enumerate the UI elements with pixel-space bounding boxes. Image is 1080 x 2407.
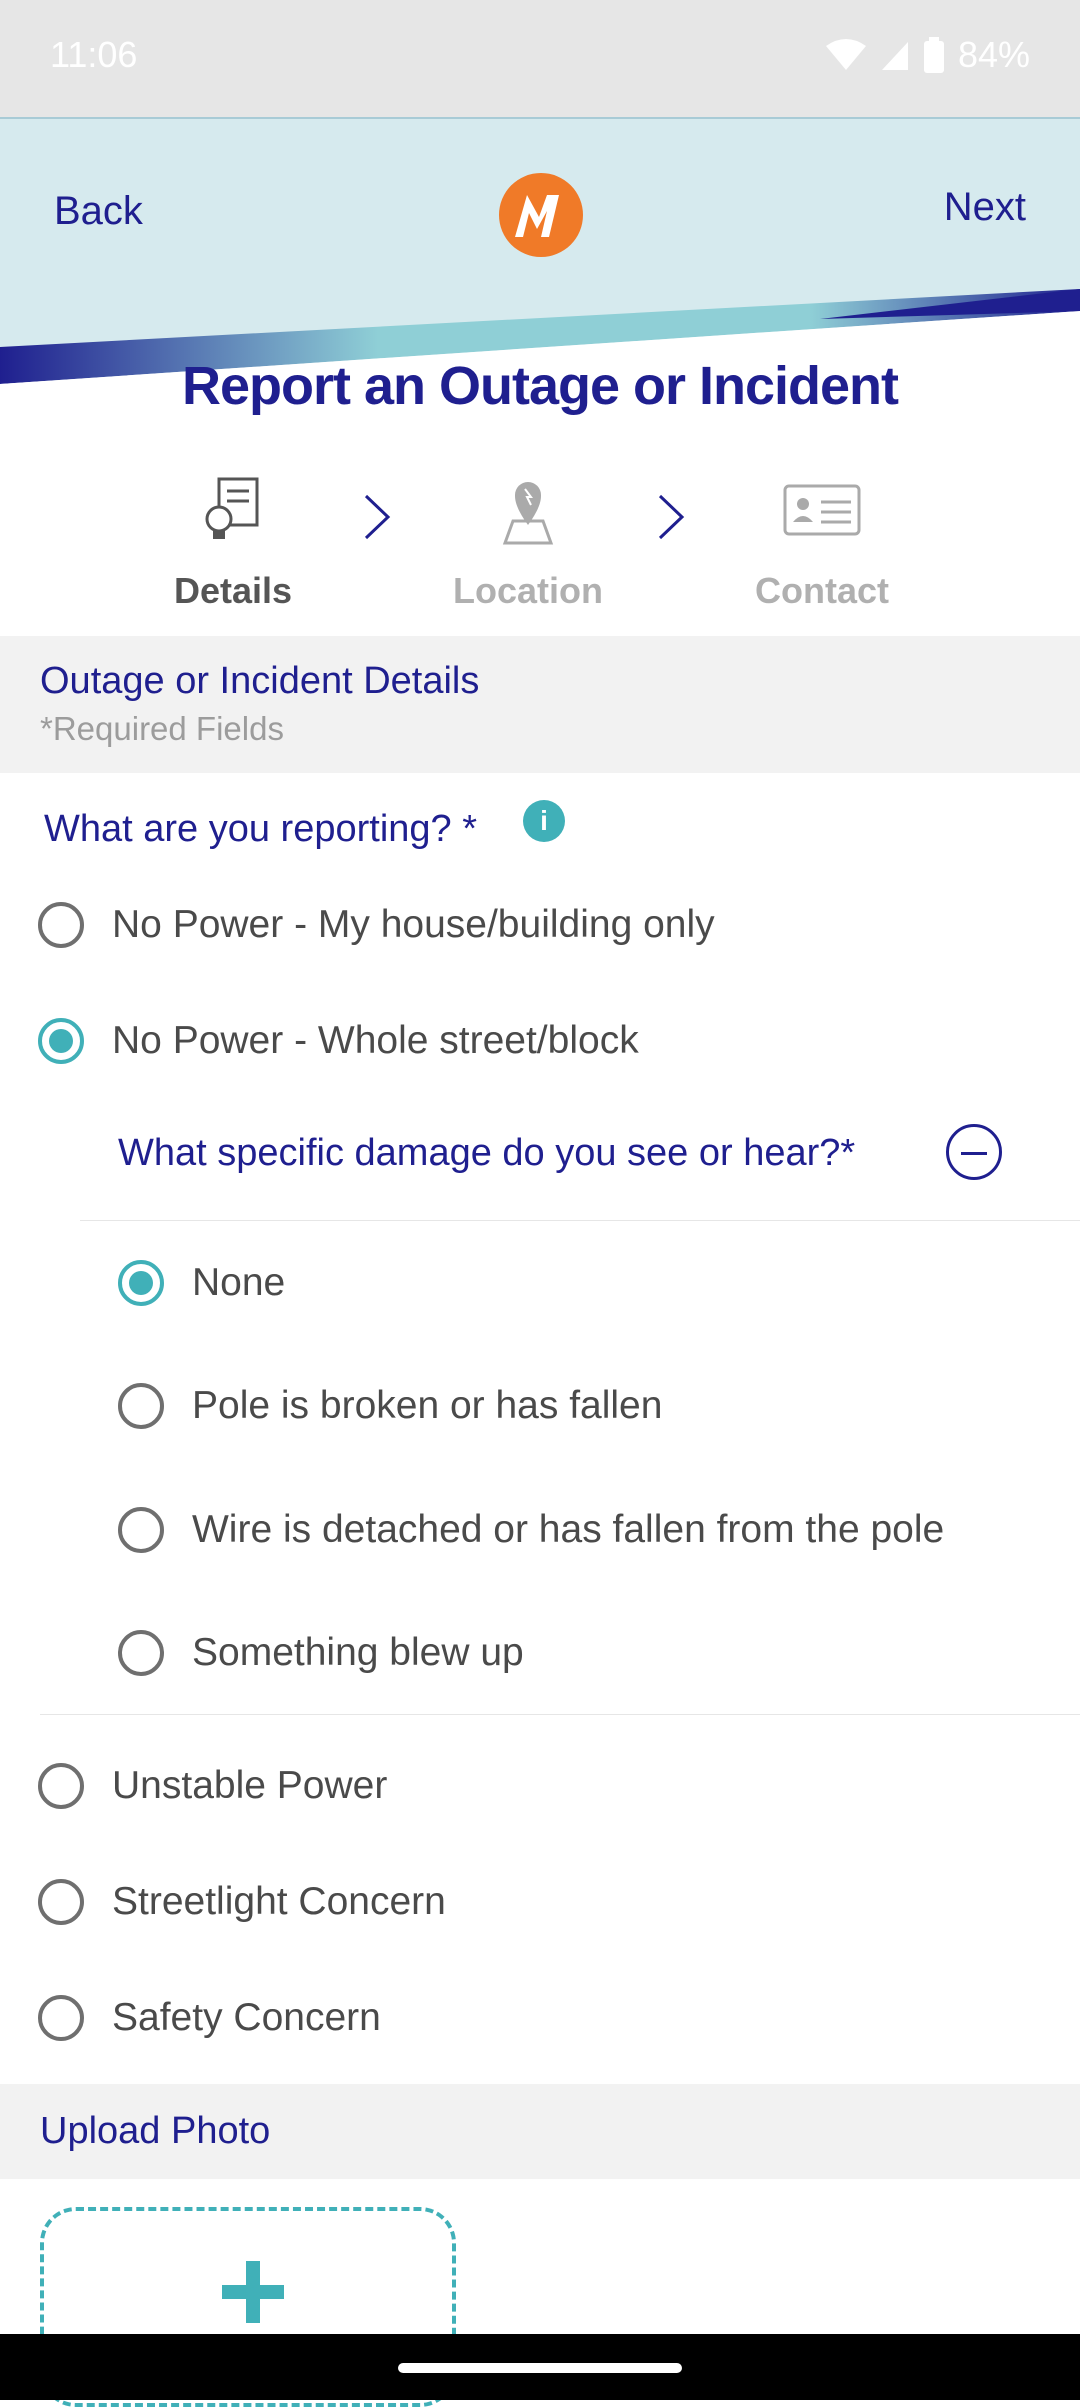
radio-option-damage-none[interactable]: None (118, 1260, 285, 1306)
radio-label: No Power - Whole street/block (112, 1019, 639, 1062)
radio-label: No Power - My house/building only (112, 903, 715, 946)
chevron-right-icon (364, 494, 391, 540)
details-icon (205, 477, 259, 539)
battery-icon (923, 37, 944, 73)
next-button[interactable]: Next (944, 185, 1026, 230)
radio-button[interactable] (38, 1879, 84, 1925)
radio-button[interactable] (38, 1018, 84, 1064)
company-logo (499, 173, 583, 257)
step-location[interactable]: Location (428, 470, 628, 612)
radio-button[interactable] (38, 1995, 84, 2041)
required-fields-note: *Required Fields (40, 710, 284, 747)
step-label: Contact (755, 570, 889, 611)
radio-button[interactable] (38, 1763, 84, 1809)
step-label: Details (173, 570, 293, 611)
radio-label: Safety Concern (112, 1996, 381, 2039)
contact-card-icon (783, 484, 861, 536)
page-title: Report an Outage or Incident (181, 356, 899, 416)
radio-option-streetlight[interactable]: Streetlight Concern (38, 1879, 446, 1925)
step-contact[interactable]: Contact (722, 470, 922, 612)
chevron-right-icon (658, 494, 685, 540)
radio-button[interactable] (118, 1630, 164, 1676)
back-button[interactable]: Back (54, 189, 143, 234)
step-label: Location (453, 570, 603, 611)
radio-option-no-power-street[interactable]: No Power - Whole street/block (38, 1018, 639, 1064)
radio-label: Wire is detached or has fallen from the … (192, 1508, 945, 1551)
divider (40, 1714, 1080, 1715)
step-details[interactable]: Details (133, 470, 333, 612)
divider (80, 1220, 1080, 1221)
status-time: 11:06 (50, 34, 138, 75)
radio-option-safety[interactable]: Safety Concern (38, 1995, 381, 2041)
upload-section-header: Upload Photo (0, 2084, 1080, 2179)
collapse-button[interactable] (946, 1124, 1002, 1180)
radio-button[interactable] (118, 1260, 164, 1306)
progress-steps: Details Location Contact (0, 470, 1080, 630)
radio-label: Unstable Power (112, 1764, 388, 1807)
radio-option-damage-wire[interactable]: Wire is detached or has fallen from the … (118, 1507, 944, 1553)
damage-question: What specific damage do you see or hear?… (118, 1132, 856, 1174)
location-pin-icon (502, 482, 554, 545)
system-nav-bar (0, 2334, 1080, 2400)
radio-option-no-power-house[interactable]: No Power - My house/building only (38, 902, 715, 948)
info-icon[interactable]: i (523, 800, 565, 842)
radio-option-unstable-power[interactable]: Unstable Power (38, 1763, 387, 1809)
radio-label: Pole is broken or has fallen (192, 1384, 663, 1427)
status-bar: 11:06 84% (0, 0, 1080, 117)
app-header: Back Next (0, 117, 1080, 384)
plus-icon (222, 2261, 284, 2323)
radio-button[interactable] (38, 902, 84, 948)
section-title: Upload Photo (40, 2110, 271, 2152)
wifi-icon (825, 39, 866, 70)
signal-icon (881, 42, 908, 70)
radio-button[interactable] (118, 1383, 164, 1429)
section-title: Outage or Incident Details (40, 660, 480, 702)
radio-option-damage-blew-up[interactable]: Something blew up (118, 1630, 524, 1676)
radio-label: None (192, 1261, 286, 1304)
radio-button[interactable] (118, 1507, 164, 1553)
radio-label: Something blew up (192, 1631, 524, 1674)
reporting-question: What are you reporting? * (44, 808, 478, 850)
battery-level: 84% (957, 34, 1030, 75)
home-gesture-handle[interactable] (398, 2363, 682, 2373)
radio-label: Streetlight Concern (112, 1880, 446, 1923)
status-icons: 84% (825, 34, 1030, 76)
radio-option-damage-pole[interactable]: Pole is broken or has fallen (118, 1383, 662, 1429)
details-section-header: Outage or Incident Details *Required Fie… (0, 636, 1080, 773)
